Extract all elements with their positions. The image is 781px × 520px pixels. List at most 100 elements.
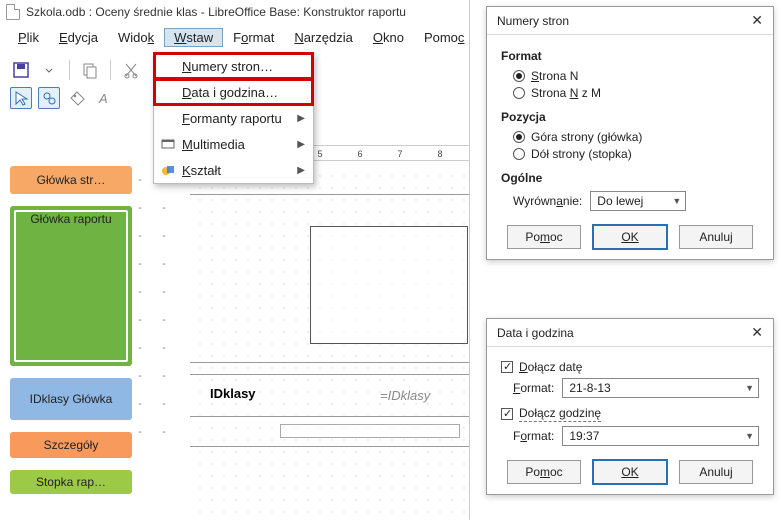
copy-icon[interactable] (79, 59, 101, 81)
ruler-num: 7 (397, 149, 402, 159)
report-frame[interactable] (310, 226, 468, 344)
save-icon[interactable] (10, 59, 32, 81)
select-value: Do lewej (597, 194, 643, 208)
chevron-down-icon: ▼ (672, 196, 681, 206)
section-label: Główka raportu (10, 212, 132, 226)
dialog-date-time: Data i godzina ✕ Dołącz datę Format: 21-… (486, 318, 774, 495)
section-divider (190, 416, 469, 417)
cancel-button[interactable]: Anuluj (679, 460, 753, 484)
menu-edit[interactable]: Edycja (49, 28, 108, 47)
design-surface[interactable]: IDklasy =IDklasy (190, 166, 469, 520)
menu-view[interactable]: Widok (108, 28, 164, 47)
window-titlebar: Szkola.odb : Oceny średnie klas - LibreO… (0, 0, 469, 24)
section-divider (190, 374, 469, 375)
pointer-tool-icon[interactable] (10, 87, 32, 109)
help-button[interactable]: Pomoc (507, 460, 581, 484)
menu-date-time[interactable]: Data i godzina… (154, 79, 313, 105)
section-label: IDklasy Główka (30, 392, 113, 406)
menu-page-numbers[interactable]: Numery stron… (154, 53, 313, 79)
report-designer-window: Szkola.odb : Oceny średnie klas - LibreO… (0, 0, 470, 520)
ruler-num: 5 (317, 149, 322, 159)
select-value: 21-8-13 (569, 381, 610, 395)
menu-bar[interactable]: Plik Edycja Widok Wstaw Format Narzędzia… (0, 24, 469, 53)
cut-icon[interactable] (120, 59, 142, 81)
section-label: Szczegóły (44, 438, 99, 452)
ruler-dash-col: ---------- (160, 166, 168, 520)
menu-shape[interactable]: Kształt▶ (154, 157, 313, 183)
checkbox-include-time[interactable]: Dołącz godzinę (501, 406, 759, 422)
menu-tools[interactable]: Narzędzia (284, 28, 363, 47)
checkbox-icon (501, 408, 513, 420)
tag-icon[interactable] (66, 87, 88, 109)
save-dropdown-icon[interactable] (38, 59, 60, 81)
section-page-header[interactable]: Główka str… (10, 166, 132, 194)
checkbox-icon (501, 361, 513, 373)
chevron-down-icon: ▼ (745, 431, 754, 441)
ok-button[interactable]: OK (593, 225, 667, 249)
radio-label: Dół strony (stopka) (531, 147, 632, 161)
ruler-num: 6 (357, 149, 362, 159)
radio-icon (513, 87, 525, 99)
ruler-num: 8 (437, 149, 442, 159)
section-divider (190, 362, 469, 363)
menu-multimedia[interactable]: Multimedia▶ (154, 131, 313, 157)
radio-bottom-page[interactable]: Dół strony (stopka) (513, 147, 759, 161)
section-panel: Główka str… Główka raportu IDklasy Główk… (10, 166, 132, 506)
cancel-button[interactable]: Anuluj (679, 225, 753, 249)
radio-icon (513, 131, 525, 143)
help-button[interactable]: Pomoc (507, 225, 581, 249)
menu-insert[interactable]: Wstaw (164, 28, 223, 47)
dialog-page-numbers: Numery stron ✕ Format Strona N Strona N … (486, 6, 774, 260)
dialog-title-text: Data i godzina (497, 326, 574, 340)
document-icon (6, 4, 20, 20)
radio-page-n-of-m[interactable]: Strona N z M (513, 86, 759, 100)
media-icon (160, 136, 176, 152)
section-detail[interactable]: Szczegóły (10, 432, 132, 458)
chevron-right-icon: ▶ (297, 113, 305, 124)
alignment-label: Wyrównanie: (513, 194, 582, 208)
alignment-select[interactable]: Do lewej ▼ (590, 191, 686, 211)
section-group-header[interactable]: IDklasy Główka (10, 378, 132, 420)
dialog-titlebar[interactable]: Data i godzina ✕ (487, 319, 773, 347)
radio-icon (513, 70, 525, 82)
dialog-titlebar[interactable]: Numery stron ✕ (487, 7, 773, 35)
close-icon[interactable]: ✕ (751, 324, 763, 341)
checkbox-include-date[interactable]: Dołącz datę (501, 360, 759, 374)
select-value: 19:37 (569, 429, 599, 443)
close-icon[interactable]: ✕ (751, 12, 763, 29)
ruler-dash-col: ---------- (136, 166, 144, 520)
group-format-heading: Format (501, 49, 759, 63)
date-format-label: Format: (513, 381, 554, 395)
radio-icon (513, 148, 525, 160)
menu-window[interactable]: Okno (363, 28, 414, 47)
date-format-select[interactable]: 21-8-13 ▼ (562, 378, 759, 398)
properties-tool-icon[interactable] (38, 87, 60, 109)
svg-text:A: A (98, 91, 108, 106)
insert-menu-dropdown: Numery stron… Data i godzina… Formanty r… (153, 52, 314, 184)
chevron-right-icon: ▶ (297, 139, 305, 150)
field-expression[interactable]: =IDklasy (380, 388, 430, 403)
menu-format[interactable]: Format (223, 28, 284, 47)
section-label: Stopka rap… (36, 475, 106, 489)
shape-icon (160, 162, 176, 178)
ok-button[interactable]: OK (593, 460, 667, 484)
section-report-footer[interactable]: Stopka rap… (10, 470, 132, 494)
time-format-select[interactable]: 19:37 ▼ (562, 426, 759, 446)
section-divider (190, 446, 469, 447)
radio-label: Góra strony (główka) (531, 130, 642, 144)
radio-page-n[interactable]: Strona N (513, 69, 759, 83)
menu-report-controls[interactable]: Formanty raportu▶ (154, 105, 313, 131)
field-label[interactable]: IDklasy (210, 386, 256, 401)
chevron-down-icon: ▼ (745, 383, 754, 393)
section-divider (190, 194, 469, 195)
group-position-heading: Pozycja (501, 110, 759, 124)
detail-field-box[interactable] (280, 424, 460, 438)
text-tool-icon[interactable]: A (94, 87, 116, 109)
radio-top-page[interactable]: Góra strony (główka) (513, 130, 759, 144)
menu-help[interactable]: Pomoc (414, 28, 474, 47)
chevron-right-icon: ▶ (297, 165, 305, 176)
window-title: Szkola.odb : Oceny średnie klas - LibreO… (26, 5, 406, 19)
menu-file[interactable]: Plik (8, 28, 49, 47)
section-selected-outline (14, 210, 128, 362)
section-report-header[interactable]: Główka raportu (10, 206, 132, 366)
